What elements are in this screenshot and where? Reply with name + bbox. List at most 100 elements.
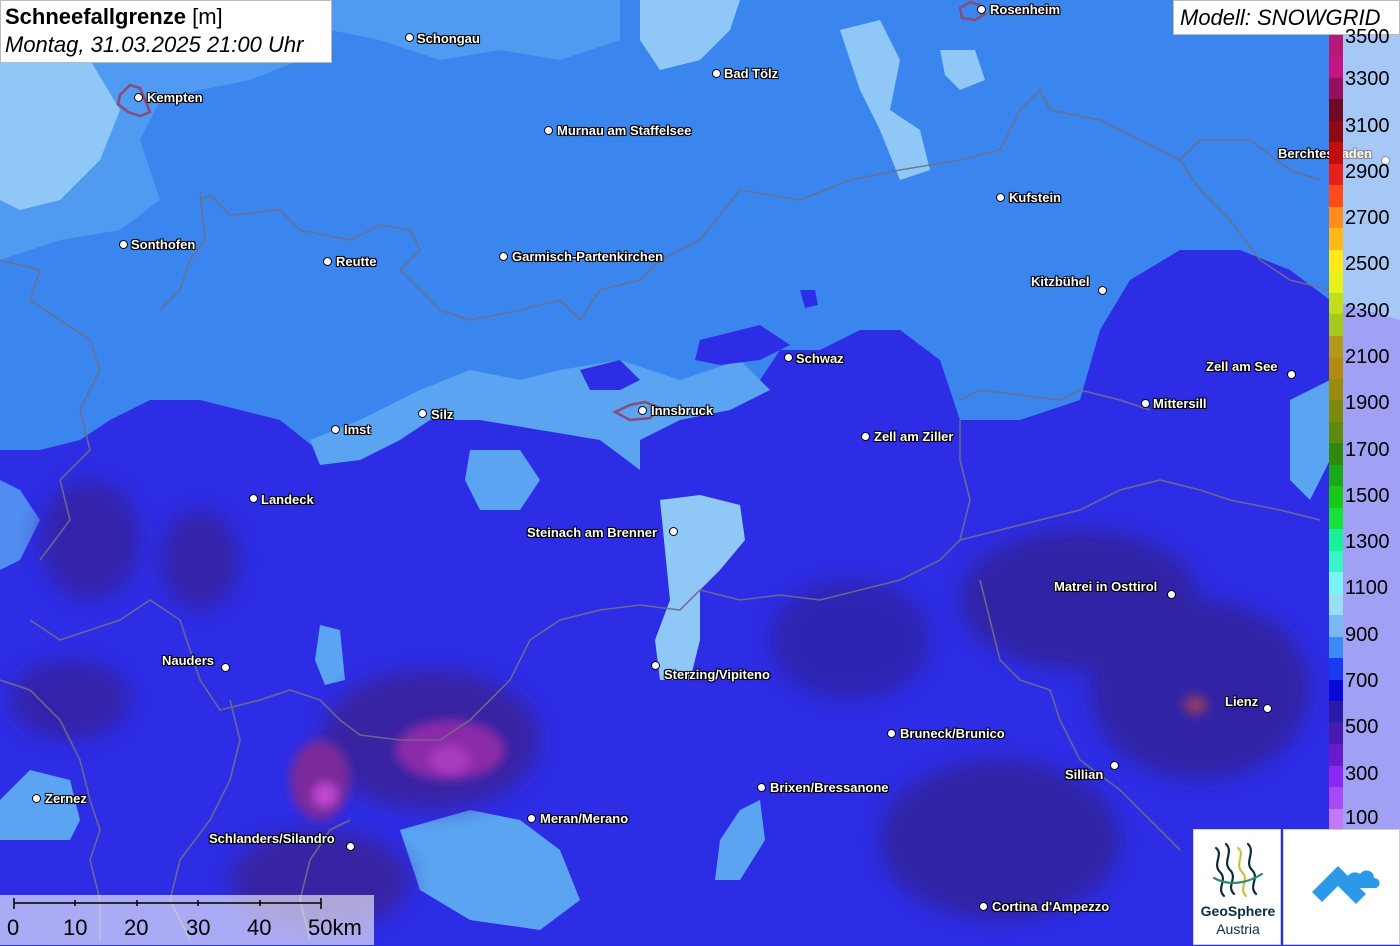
legend-label: 2500: [1345, 253, 1390, 275]
city-label: Innsbruck: [651, 403, 714, 418]
legend-swatch: [1329, 679, 1343, 702]
city-label: Bad Tölz: [724, 66, 779, 81]
legend-swatch: [1329, 636, 1343, 659]
city-label: Cortina d'Ampezzo: [992, 899, 1110, 914]
legend-swatch: [1329, 722, 1343, 745]
legend-swatch: [1329, 249, 1343, 272]
geosphere-emblem-icon: [1212, 842, 1264, 898]
scale-label: 10: [63, 915, 88, 940]
city-label: Kempten: [147, 90, 203, 105]
legend-swatch: [1329, 185, 1343, 208]
legend-swatch: [1329, 400, 1343, 423]
snowfall-line-map: [0, 0, 1400, 945]
legend-swatch: [1329, 314, 1343, 337]
legend-swatch: [1329, 808, 1343, 831]
legend-swatch: [1329, 658, 1343, 681]
map-title-box: Schneefallgrenze [m] Montag, 31.03.2025 …: [0, 0, 332, 63]
legend-swatch: [1329, 572, 1343, 595]
legend-label: 3300: [1345, 68, 1390, 90]
legend-label: 1500: [1345, 485, 1390, 507]
legend-swatch: [1329, 701, 1343, 724]
city-label: Sonthofen: [131, 237, 196, 252]
scale-bar: 0 10 20 30 40 50km: [0, 895, 374, 945]
city-label: Nauders: [162, 653, 215, 668]
legend-label: 1100: [1345, 577, 1389, 599]
city-label: Landeck: [261, 492, 314, 507]
city-label: Murnau am Staffelsee: [557, 123, 692, 138]
color-legend: 3500 3300 3100 2900 2700 2500 2300 2100 …: [1329, 27, 1400, 831]
legend-swatch: [1329, 357, 1343, 380]
legend-swatch: [1329, 744, 1343, 767]
city-label: Sillian: [1065, 767, 1104, 782]
legend-swatch: [1329, 378, 1343, 401]
legend-label: 1900: [1345, 392, 1390, 414]
legend-swatch: [1329, 615, 1343, 638]
legend-swatch: [1329, 35, 1343, 57]
legend-color-bar: [1329, 35, 1343, 831]
city-label: Sterzing/Vipiteno: [664, 667, 770, 682]
geosphere-logo: GeoSphere Austria: [1193, 829, 1281, 945]
scale-label: 30: [186, 915, 211, 940]
city-label: Imst: [344, 422, 371, 437]
city-label: Zell am Ziller: [874, 429, 954, 444]
legend-swatch: [1329, 593, 1343, 616]
scale-label: 50km: [308, 915, 362, 940]
legend-swatch: [1329, 142, 1343, 165]
city-label: Bruneck/Brunico: [900, 726, 1005, 741]
geosphere-name: GeoSphere: [1200, 903, 1276, 919]
legend-label: 900: [1345, 624, 1379, 646]
city-label: Kufstein: [1009, 190, 1061, 205]
city-label: Schongau: [417, 31, 480, 46]
city-label: Steinach am Brenner: [527, 525, 658, 540]
city-label: Schlanders/Silandro: [209, 831, 335, 846]
legend-label: 3100: [1345, 115, 1390, 137]
scale-label: 20: [124, 915, 149, 940]
legend-swatch: [1329, 99, 1343, 122]
legend-swatch: [1329, 120, 1343, 143]
legend-swatch: [1329, 507, 1343, 530]
legend-label: 3500: [1345, 26, 1390, 48]
legend-swatch: [1329, 292, 1343, 315]
legend-swatch: [1329, 443, 1343, 466]
city-label: Schwaz: [796, 351, 844, 366]
city-label: Lienz: [1225, 694, 1259, 709]
legend-swatch: [1329, 206, 1343, 229]
city-label: Zernez: [45, 791, 87, 806]
legend-swatch: [1329, 271, 1343, 294]
legend-label: 2900: [1345, 161, 1390, 183]
map-title: Schneefallgrenze [m]: [5, 4, 223, 29]
legend-label: 300: [1345, 763, 1379, 785]
city-label: Kitzbühel: [1031, 274, 1090, 289]
legend-swatch: [1329, 77, 1343, 100]
legend-swatch: [1329, 486, 1343, 509]
legend-label: 1300: [1345, 531, 1390, 553]
legend-swatch: [1329, 550, 1343, 573]
legend-swatch: [1329, 228, 1343, 251]
legend-label: 2300: [1345, 300, 1390, 322]
legend-label: 500: [1345, 716, 1379, 738]
city-label: Brixen/Bressanone: [770, 780, 889, 795]
scale-label: 40: [247, 915, 272, 940]
city-label: Matrei in Osttirol: [1054, 579, 1158, 594]
city-label: Rosenheim: [990, 2, 1061, 17]
city-label: Meran/Merano: [540, 811, 629, 826]
city-label: Zell am See: [1206, 359, 1278, 374]
legend-label: 1700: [1345, 439, 1390, 461]
legend-swatch: [1329, 765, 1343, 788]
legend-swatch: [1329, 56, 1343, 79]
cloud-snow-logo-icon: [1312, 866, 1380, 904]
legend-swatch: [1329, 421, 1343, 444]
scale-label: 0: [7, 915, 20, 940]
legend-label: 700: [1345, 670, 1379, 692]
geosphere-country: Austria: [1216, 921, 1260, 937]
city-label: Reutte: [336, 254, 377, 269]
map-timestamp: Montag, 31.03.2025 21:00 Uhr: [5, 32, 304, 57]
legend-swatch: [1329, 163, 1343, 186]
city-label: Mittersill: [1153, 396, 1207, 411]
city-label: Garmisch-Partenkirchen: [512, 249, 664, 264]
legend-swatch: [1329, 529, 1343, 552]
legend-label: 2700: [1345, 207, 1390, 229]
legend-swatch: [1329, 787, 1343, 809]
legend-swatch: [1329, 335, 1343, 358]
legend-label: 100: [1345, 807, 1379, 829]
